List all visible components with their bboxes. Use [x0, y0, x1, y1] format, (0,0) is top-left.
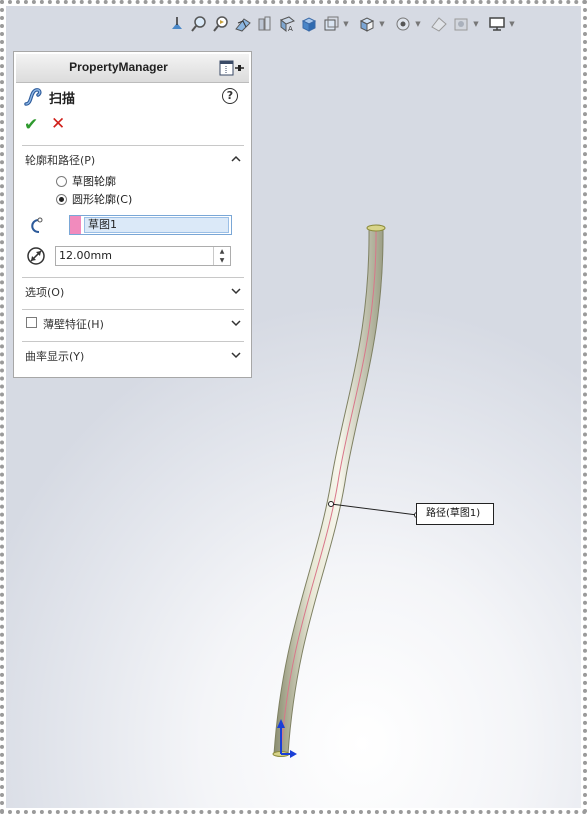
path-selection-icon [31, 217, 43, 233]
property-manager-title: PropertyManager [69, 60, 168, 74]
cancel-button[interactable]: ✕ [51, 114, 65, 134]
thin-feature-checkbox[interactable] [26, 317, 37, 328]
diameter-input[interactable]: 12.00mm ▲ ▼ [55, 246, 231, 266]
profile-path-group-title[interactable]: 轮廓和路径(P) [25, 152, 95, 168]
radio-circular-profile[interactable] [56, 193, 67, 205]
path-callout[interactable]: 路径(草图1) [416, 503, 494, 525]
dynamic-annotation-icon[interactable] [254, 13, 276, 35]
callout-leader [330, 503, 418, 516]
section-view-icon[interactable] [232, 13, 254, 35]
heads-up-view-toolbar: A ▼ ▼ ▼ ▼ ▼ [166, 12, 571, 36]
zoom-area-icon[interactable] [188, 13, 210, 35]
sweep-feature-icon [24, 88, 42, 106]
chevron-down-icon[interactable] [231, 318, 241, 328]
shadow-settings-icon[interactable] [450, 13, 472, 35]
path-selection-item[interactable]: 草图1 [84, 217, 229, 233]
display-style-icon[interactable] [298, 13, 320, 35]
display-monitor-icon[interactable] [486, 13, 508, 35]
divider [22, 277, 244, 278]
divider [22, 309, 244, 310]
chevron-down-icon[interactable]: ▼ [378, 13, 386, 35]
path-selection-box[interactable]: 草图1 [69, 215, 232, 235]
spin-up-icon[interactable]: ▲ [214, 247, 230, 256]
diameter-value: 12.00mm [59, 249, 112, 262]
tube-end-top [366, 224, 386, 232]
thin-feature-group-title[interactable]: 薄壁特征(H) [43, 316, 104, 332]
apply-scene-icon[interactable] [392, 13, 414, 35]
pin-icon[interactable] [219, 60, 245, 76]
zoom-to-fit-icon[interactable] [166, 13, 188, 35]
feature-row: 扫描 ? [22, 86, 244, 108]
circular-profile-label: 圆形轮廓(C) [72, 193, 133, 206]
sketch-profile-option[interactable]: 草图轮廓 [56, 173, 116, 189]
edit-appearance-icon[interactable] [356, 13, 378, 35]
spin-down-icon[interactable]: ▼ [214, 256, 230, 265]
selection-color-swatch [70, 216, 81, 234]
previous-view-icon[interactable] [210, 13, 232, 35]
divider [22, 341, 244, 342]
chevron-down-icon[interactable] [231, 286, 241, 296]
circular-profile-option[interactable]: 圆形轮廓(C) [56, 191, 132, 207]
sketch-profile-label: 草图轮廓 [72, 175, 116, 188]
hide-show-icon[interactable] [320, 13, 342, 35]
svg-text:A: A [288, 25, 293, 33]
view-orientation-icon[interactable]: A [276, 13, 298, 35]
view-settings-icon[interactable] [428, 13, 450, 35]
curvature-display-group-title[interactable]: 曲率显示(Y) [25, 348, 84, 364]
ok-button[interactable]: ✔ [24, 115, 38, 135]
diameter-icon [27, 247, 45, 265]
radio-sketch-profile[interactable] [56, 175, 67, 187]
feature-name: 扫描 [49, 92, 76, 107]
help-icon[interactable]: ? [222, 88, 238, 104]
chevron-down-icon[interactable]: ▼ [508, 13, 516, 35]
chevron-down-icon[interactable]: ▼ [342, 13, 350, 35]
diameter-spinner[interactable]: ▲ ▼ [213, 247, 230, 265]
property-manager-header: PropertyManager [16, 54, 249, 83]
divider [22, 145, 244, 146]
chevron-down-icon[interactable] [231, 350, 241, 360]
property-manager-panel: PropertyManager 扫描 ? ✔ ✕ 轮廓和路径(P) 草图轮廓 圆… [13, 51, 252, 378]
chevron-down-icon[interactable]: ▼ [472, 13, 480, 35]
chevron-up-icon[interactable] [231, 154, 241, 164]
chevron-down-icon[interactable]: ▼ [414, 13, 422, 35]
options-group-title[interactable]: 选项(O) [25, 284, 64, 300]
